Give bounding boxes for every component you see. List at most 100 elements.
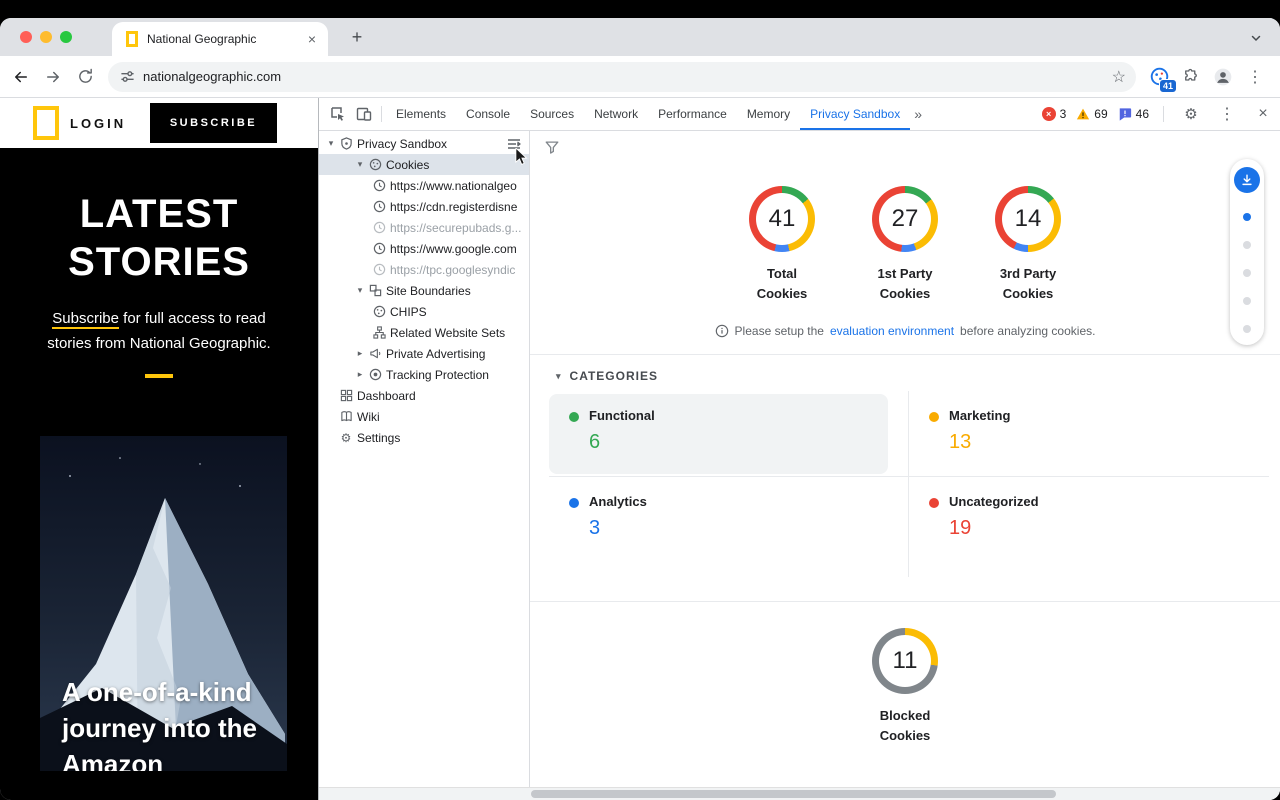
tab-network[interactable]: Network xyxy=(584,98,648,130)
sidebar-item-url-google[interactable]: https://www.google.com xyxy=(319,238,529,259)
warnings-badge[interactable]: 69 xyxy=(1076,107,1107,121)
category-card-functional[interactable]: Functional 6 xyxy=(549,394,888,474)
nav-dot[interactable] xyxy=(1243,213,1251,221)
horizontal-scrollbar xyxy=(319,787,1280,800)
privacy-sandbox-panel: 41 Total Cookies 27 xyxy=(530,131,1280,800)
sidebar-item-settings[interactable]: ⚙ Settings xyxy=(319,427,529,448)
device-toolbar-icon[interactable] xyxy=(351,101,377,127)
site-boundaries-icon xyxy=(367,283,383,299)
scrollbar-thumb[interactable] xyxy=(531,790,1056,798)
forward-button[interactable] xyxy=(38,62,68,92)
bookmark-star-icon[interactable]: ☆ xyxy=(1112,67,1126,87)
natgeo-page: LOGIN SUBSCRIBE LATEST STORIES Subscribe… xyxy=(0,98,318,800)
issues-icon xyxy=(1118,107,1132,121)
sidebar-item-private-advertising[interactable]: ▸ Private Advertising xyxy=(319,343,529,364)
extensions-puzzle-icon[interactable] xyxy=(1176,62,1206,92)
issues-badge[interactable]: 46 xyxy=(1118,107,1149,121)
subscribe-button[interactable]: SUBSCRIBE xyxy=(150,103,277,143)
site-info-icon[interactable] xyxy=(120,69,135,84)
devtools-close-icon[interactable]: × xyxy=(1250,101,1276,127)
tab-memory[interactable]: Memory xyxy=(737,98,800,130)
devtools-settings-gear-icon[interactable]: ⚙ xyxy=(1178,101,1204,127)
sidebar-item-url-securepubads[interactable]: https://securepubads.g... xyxy=(319,217,529,238)
caret-open-icon[interactable]: ▾ xyxy=(353,285,367,296)
tab-performance[interactable]: Performance xyxy=(648,98,737,130)
sidebar-item-url-cdn-registerdisney[interactable]: https://cdn.registerdisne xyxy=(319,196,529,217)
blocked-cookies-donut: 11 xyxy=(872,628,938,694)
info-icon xyxy=(715,324,729,338)
clock-icon xyxy=(371,241,387,257)
profile-avatar[interactable] xyxy=(1208,62,1238,92)
tab-privacy-sandbox[interactable]: Privacy Sandbox xyxy=(800,98,910,130)
sidebar-item-chips[interactable]: CHIPS xyxy=(319,301,529,322)
hero-caption: A one-of-a-kind journey into the Amazon xyxy=(62,674,257,771)
natgeo-logo-icon[interactable] xyxy=(33,106,59,140)
tab-strip: National Geographic × + xyxy=(0,18,1280,56)
natgeo-favicon-icon xyxy=(126,31,138,47)
browser-menu-kebab-icon[interactable]: ⋮ xyxy=(1240,62,1270,92)
tab-close-icon[interactable]: × xyxy=(306,32,318,46)
blocked-cookies-section: 11 Blocked Cookies xyxy=(530,601,1280,746)
filter-funnel-icon[interactable] xyxy=(544,139,560,155)
inspect-element-icon[interactable] xyxy=(325,101,351,127)
reload-button[interactable] xyxy=(70,62,100,92)
functional-dot-icon xyxy=(569,412,579,422)
sidebar-item-privacy-sandbox[interactable]: ▾ Privacy Sandbox xyxy=(319,133,529,154)
login-link[interactable]: LOGIN xyxy=(70,116,126,131)
devtools-toolbar: Elements Console Sources Network Perform… xyxy=(319,98,1280,131)
tab-sources[interactable]: Sources xyxy=(520,98,584,130)
devtools-menu-kebab-icon[interactable]: ⋮ xyxy=(1214,101,1240,127)
tab-search-chevron-icon[interactable] xyxy=(1244,26,1268,50)
devtools-badges: × 3 69 46 ⚙ ⋮ × xyxy=(1042,101,1280,127)
address-bar[interactable]: nationalgeographic.com ☆ xyxy=(108,62,1136,92)
category-card-marketing[interactable]: Marketing 13 xyxy=(909,394,1249,474)
category-card-uncategorized[interactable]: Uncategorized 19 xyxy=(909,480,1249,560)
sidebar-item-cookies[interactable]: ▾ Cookies xyxy=(319,154,529,175)
categories-header[interactable]: ▾ CATEGORIES xyxy=(530,355,1280,391)
cookie-summary-row: 41 Total Cookies 27 xyxy=(530,186,1280,304)
yellow-divider xyxy=(145,374,173,378)
clock-icon xyxy=(371,178,387,194)
sidebar-item-url-nationalgeographic[interactable]: https://www.nationalgeo xyxy=(319,175,529,196)
nav-dot[interactable] xyxy=(1243,325,1251,333)
sidebar-item-url-googlesyndication[interactable]: https://tpc.googlesyndic xyxy=(319,259,529,280)
sidebar-item-dashboard[interactable]: Dashboard xyxy=(319,385,529,406)
zoom-window-button[interactable] xyxy=(60,31,72,43)
category-card-analytics[interactable]: Analytics 3 xyxy=(549,480,888,560)
caret-closed-icon[interactable]: ▸ xyxy=(353,348,367,359)
clock-icon xyxy=(371,262,387,278)
download-report-button[interactable] xyxy=(1234,167,1260,193)
caret-open-icon[interactable]: ▾ xyxy=(353,159,367,170)
uncategorized-dot-icon xyxy=(929,498,939,508)
marketing-dot-icon xyxy=(929,412,939,422)
new-tab-button[interactable]: + xyxy=(344,25,370,51)
more-tabs-icon[interactable]: » xyxy=(910,106,926,122)
caret-closed-icon[interactable]: ▸ xyxy=(353,369,367,380)
browser-tab[interactable]: National Geographic × xyxy=(112,22,328,56)
minimize-window-button[interactable] xyxy=(40,31,52,43)
evaluation-environment-link[interactable]: evaluation environment xyxy=(830,324,954,338)
nav-dot[interactable] xyxy=(1243,297,1251,305)
nav-dot[interactable] xyxy=(1243,269,1251,277)
tab-console[interactable]: Console xyxy=(456,98,520,130)
subscribe-text-link[interactable]: Subscribe xyxy=(52,310,119,329)
nav-dot[interactable] xyxy=(1243,241,1251,249)
hero-story-card[interactable]: A one-of-a-kind journey into the Amazon xyxy=(40,436,287,771)
categories-collapse-icon[interactable]: ▾ xyxy=(556,371,562,382)
sidebar-item-site-boundaries[interactable]: ▾ Site Boundaries xyxy=(319,280,529,301)
close-window-button[interactable] xyxy=(20,31,32,43)
toolbar-divider xyxy=(1163,106,1164,122)
url-text[interactable]: nationalgeographic.com xyxy=(143,69,1104,84)
extension-badge: 41 xyxy=(1159,79,1177,93)
cookie-icon xyxy=(367,157,383,173)
sitemap-icon xyxy=(371,325,387,341)
sidebar-item-related-website-sets[interactable]: Related Website Sets xyxy=(319,322,529,343)
back-button[interactable] xyxy=(6,62,36,92)
toolbar-divider xyxy=(381,106,382,122)
caret-open-icon[interactable]: ▾ xyxy=(324,138,338,149)
errors-badge[interactable]: × 3 xyxy=(1042,107,1067,121)
privacy-extension-button[interactable]: 41 xyxy=(1144,62,1174,92)
tab-elements[interactable]: Elements xyxy=(386,98,456,130)
sidebar-item-wiki[interactable]: Wiki xyxy=(319,406,529,427)
sidebar-item-tracking-protection[interactable]: ▸ Tracking Protection xyxy=(319,364,529,385)
